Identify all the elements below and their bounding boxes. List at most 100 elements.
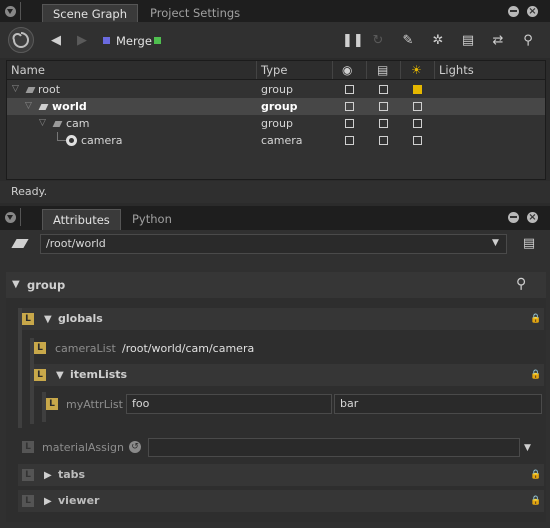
- materialAssign-dropdown-icon[interactable]: ▼: [524, 443, 531, 453]
- table-row[interactable]: ▽ world group: [7, 98, 545, 115]
- group-icon: [52, 121, 63, 127]
- visibility-checkbox[interactable]: [345, 136, 354, 145]
- node-color-left-icon: [103, 37, 110, 44]
- render-checkbox[interactable]: [379, 102, 388, 111]
- column-visibility[interactable]: ◉: [333, 61, 367, 79]
- tab-scene-graph[interactable]: Scene Graph: [42, 4, 138, 23]
- local-attr-icon: L: [22, 313, 34, 325]
- viewer-label: viewer: [58, 494, 100, 507]
- column-type[interactable]: Type: [257, 61, 333, 79]
- swap-icon[interactable]: ⇄: [490, 33, 506, 49]
- path-dropdown-icon[interactable]: ▼: [492, 236, 504, 250]
- column-name[interactable]: Name: [7, 61, 257, 79]
- column-lights[interactable]: Lights: [435, 61, 545, 79]
- light-checkbox[interactable]: [413, 119, 422, 128]
- expand-arrow-icon[interactable]: ▽: [25, 98, 32, 115]
- render-checkbox[interactable]: [379, 136, 388, 145]
- light-checkbox[interactable]: [413, 85, 422, 94]
- collapse-arrow-icon[interactable]: ▼: [56, 370, 64, 381]
- clapper-column-icon: ▤: [377, 63, 389, 77]
- row-type: group: [261, 117, 293, 130]
- row-name: cam: [66, 117, 90, 130]
- collapse-arrow-icon[interactable]: ▼: [44, 314, 52, 325]
- refresh-icon[interactable]: ↺: [129, 441, 141, 453]
- node-color-right-icon: [154, 37, 161, 44]
- visibility-checkbox[interactable]: [345, 119, 354, 128]
- expand-arrow-icon[interactable]: ▽: [12, 81, 19, 98]
- table-row[interactable]: ▽ root group: [7, 81, 545, 98]
- group-header[interactable]: [6, 272, 546, 298]
- lock-icon[interactable]: 🔒: [530, 470, 541, 480]
- collapse-arrow-icon[interactable]: ▼: [12, 279, 20, 290]
- expand-arrow-icon[interactable]: ▶: [44, 496, 52, 507]
- table-row[interactable]: camera camera: [7, 132, 545, 149]
- camera-icon: [66, 135, 77, 146]
- panel-menu-icon[interactable]: [5, 6, 16, 17]
- refresh-icon[interactable]: ↻: [370, 33, 386, 49]
- pause-icon[interactable]: ❚❚: [342, 33, 364, 49]
- light-bulb-icon: ☀: [411, 63, 422, 77]
- forward-arrow-icon[interactable]: ▶: [74, 33, 90, 49]
- tabs-header[interactable]: [18, 464, 544, 486]
- visibility-checkbox[interactable]: [345, 85, 354, 94]
- katana-logo-icon[interactable]: [8, 27, 34, 53]
- chevron-down-icon: [7, 9, 13, 14]
- swirl-icon: [12, 32, 29, 48]
- back-arrow-icon[interactable]: ◀: [48, 33, 64, 49]
- row-type: group: [261, 100, 298, 113]
- group-icon: [38, 104, 49, 110]
- table-row[interactable]: ▽ cam group: [7, 115, 545, 132]
- panel-menu-icon[interactable]: [5, 212, 16, 223]
- lock-icon[interactable]: 🔒: [530, 314, 541, 324]
- divider: [20, 208, 21, 226]
- visibility-checkbox[interactable]: [345, 102, 354, 111]
- divider: [20, 2, 21, 20]
- expand-arrow-icon[interactable]: ▽: [39, 115, 46, 132]
- lock-icon[interactable]: 🔒: [530, 496, 541, 506]
- globals-label: globals: [58, 312, 103, 325]
- minimize-icon[interactable]: [508, 6, 519, 17]
- myAttrList-value-0[interactable]: foo: [126, 394, 332, 414]
- status-bar: [0, 181, 550, 203]
- default-attr-icon: L: [22, 469, 34, 481]
- pencil-icon[interactable]: ✎: [400, 33, 416, 49]
- close-icon[interactable]: ×: [527, 6, 538, 17]
- column-lights-toggle[interactable]: ☀: [401, 61, 435, 79]
- scene-graph-tree: Name Type ◉ ▤ ☀ Lights ▽ root group ▽ wo…: [6, 60, 546, 180]
- clapper-icon[interactable]: ▤: [521, 236, 537, 252]
- local-attr-icon: L: [34, 342, 46, 354]
- render-checkbox[interactable]: [379, 85, 388, 94]
- local-attr-icon: L: [46, 398, 58, 410]
- tab-python[interactable]: Python: [122, 210, 182, 228]
- minimize-icon[interactable]: [508, 212, 519, 223]
- cameraList-value[interactable]: /root/world/cam/camera: [122, 342, 254, 355]
- clapper-icon[interactable]: ▤: [460, 33, 476, 49]
- search-icon[interactable]: ⚲: [516, 276, 526, 292]
- tree-branch-line: [57, 132, 66, 141]
- row-type: group: [261, 83, 293, 96]
- tab-project-settings[interactable]: Project Settings: [140, 4, 250, 22]
- default-attr-icon: L: [22, 441, 34, 453]
- search-icon[interactable]: ⚲: [520, 33, 536, 49]
- light-checkbox[interactable]: [413, 136, 422, 145]
- lock-icon[interactable]: 🔒: [530, 370, 541, 380]
- status-text: Ready.: [11, 185, 48, 198]
- chevron-down-icon: [7, 215, 13, 220]
- node-name-label[interactable]: Merge: [116, 34, 152, 48]
- column-render[interactable]: ▤: [367, 61, 401, 79]
- materialAssign-label: materialAssign: [42, 441, 124, 454]
- myAttrList-label: myAttrList: [66, 398, 123, 411]
- row-name: world: [52, 100, 87, 113]
- path-input[interactable]: /root/world: [40, 234, 507, 254]
- light-checkbox[interactable]: [413, 102, 422, 111]
- close-icon[interactable]: ×: [527, 212, 538, 223]
- tab-attributes[interactable]: Attributes: [42, 209, 121, 230]
- itemLists-label: itemLists: [70, 368, 128, 381]
- materialAssign-input[interactable]: [148, 438, 520, 457]
- gear-icon[interactable]: ✲: [430, 33, 446, 49]
- group-label: group: [27, 278, 66, 292]
- expand-arrow-icon[interactable]: ▶: [44, 470, 52, 481]
- myAttrList-value-1[interactable]: bar: [334, 394, 542, 414]
- row-type: camera: [261, 134, 303, 147]
- render-checkbox[interactable]: [379, 119, 388, 128]
